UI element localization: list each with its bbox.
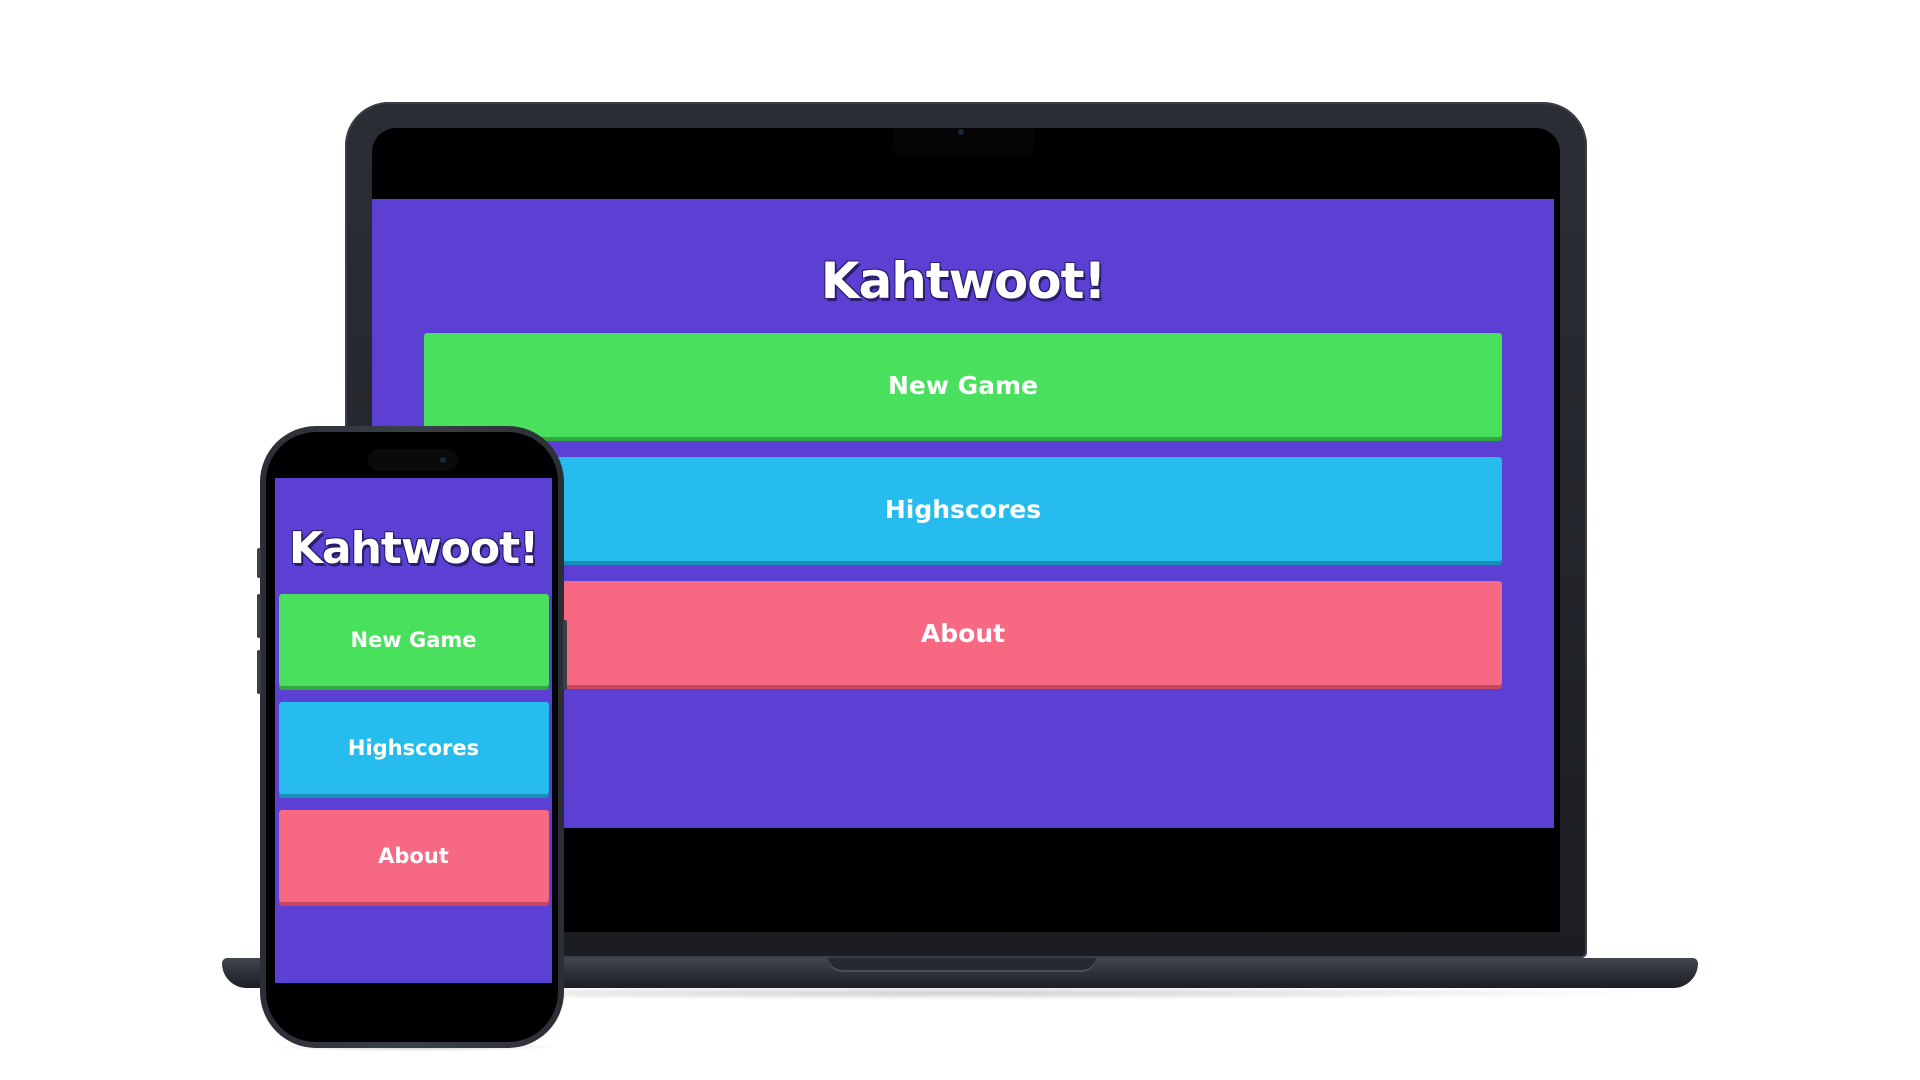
device-mockup-stage: Kahtwoot! New Game Highscores About Kaht… <box>0 0 1920 1080</box>
new-game-button-label: New Game <box>350 628 477 652</box>
phone-side-button <box>257 548 261 578</box>
phone-app-main-menu: Kahtwoot! New Game Highscores About <box>275 478 552 983</box>
about-button-label: About <box>378 844 449 868</box>
highscores-button-label: Highscores <box>884 494 1042 524</box>
highscores-button-label: Highscores <box>347 736 480 760</box>
about-button[interactable]: About <box>278 810 549 902</box>
laptop-camera-icon <box>958 129 964 135</box>
about-button-label: About <box>920 618 1006 648</box>
laptop-notch <box>893 128 1035 156</box>
new-game-button[interactable]: New Game <box>424 333 1502 437</box>
highscores-button[interactable]: Highscores <box>424 457 1502 561</box>
highscores-button[interactable]: Highscores <box>278 702 549 794</box>
phone-volume-down-button <box>257 650 261 694</box>
laptop-trackpad-notch <box>828 958 1096 972</box>
phone-power-button <box>563 620 567 690</box>
phone-volume-up-button <box>257 594 261 638</box>
new-game-button-label: New Game <box>887 370 1039 400</box>
phone-camera-icon <box>440 457 446 463</box>
new-game-button[interactable]: New Game <box>278 594 549 686</box>
app-title: Kahtwoot! <box>288 523 539 574</box>
app-title: Kahtwoot! <box>820 252 1107 310</box>
about-button[interactable]: About <box>424 581 1502 685</box>
